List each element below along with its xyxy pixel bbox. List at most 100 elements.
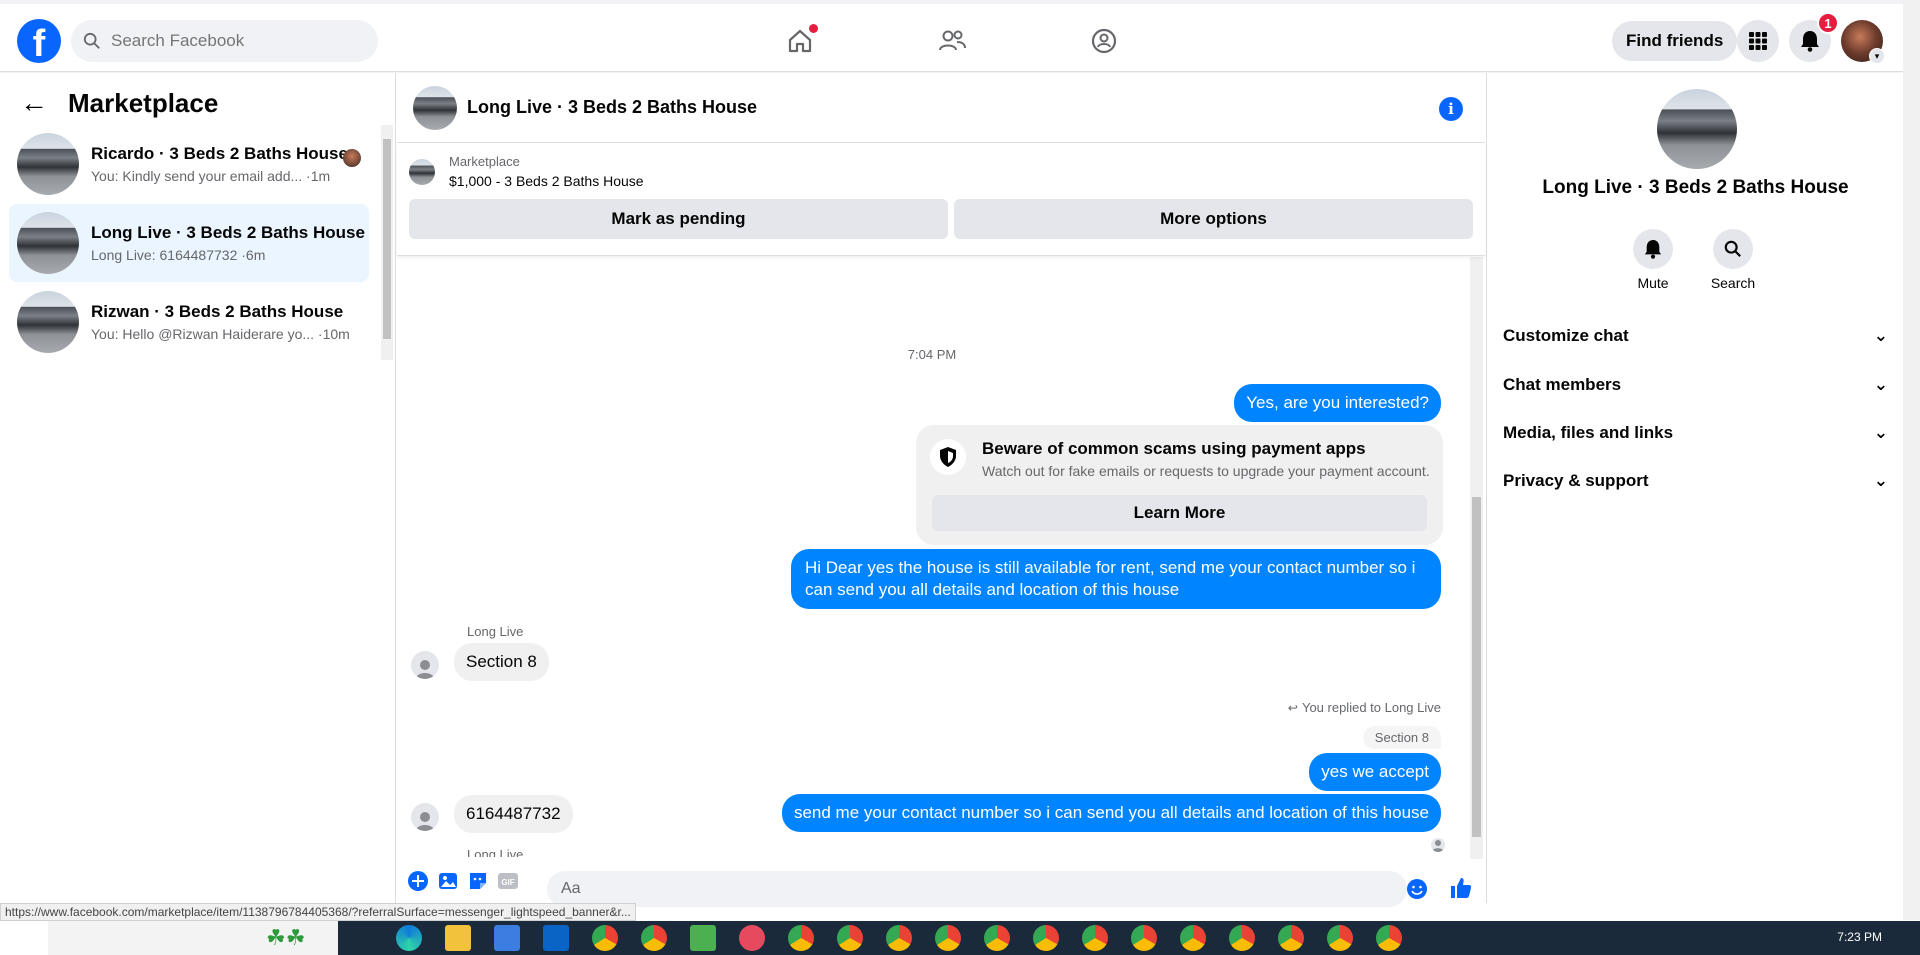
chat-title[interactable]: Long Live · 3 Beds 2 Baths House [467, 97, 757, 118]
facebook-logo-icon[interactable]: f [17, 19, 61, 63]
search-icon[interactable] [1713, 229, 1753, 269]
spreadsheet-icon[interactable] [690, 925, 716, 951]
plus-circle-icon[interactable] [407, 870, 429, 892]
search-label: Search [1710, 275, 1756, 291]
conversation-sidebar: ← Marketplace Ricardo · 3 Beds 2 Baths H… [0, 73, 396, 903]
sidebar-title: Marketplace [68, 87, 219, 118]
outlook-icon[interactable] [543, 925, 569, 951]
thumbs-up-icon[interactable] [1449, 876, 1473, 905]
notifications-button[interactable]: 1 [1789, 12, 1839, 62]
message-timestamp: 7:04 PM [907, 347, 957, 362]
store-icon[interactable] [494, 925, 520, 951]
paint-icon[interactable] [739, 925, 765, 951]
outgoing-message[interactable]: yes we accept [1309, 753, 1441, 791]
outgoing-message[interactable]: Yes, are you interested? [1234, 384, 1441, 422]
nav-home[interactable] [760, 18, 840, 64]
chrome-icon[interactable] [1180, 925, 1206, 951]
chrome-icon[interactable] [886, 925, 912, 951]
conversation-item[interactable]: Rizwan · 3 Beds 2 Baths House You: Hello… [9, 283, 369, 361]
top-navigation-bar: f Find friends 1 ▾ [0, 0, 1903, 72]
chrome-icon[interactable] [1082, 925, 1108, 951]
search-action[interactable]: Search [1703, 229, 1763, 291]
incoming-message[interactable]: 6164487732 [454, 795, 573, 833]
sender-name: Long Live [467, 847, 524, 857]
sidebar-scrollbar[interactable] [381, 125, 393, 360]
user-silhouette-icon [416, 812, 434, 831]
chrome-icon[interactable] [1229, 925, 1255, 951]
find-friends-button[interactable]: Find friends [1612, 21, 1738, 61]
message-list: 7:04 PM Yes, are you interested? Beware … [397, 257, 1467, 857]
scrollbar-thumb[interactable] [1472, 497, 1481, 837]
section-privacy-support[interactable]: Privacy & support ⌄ [1503, 459, 1888, 503]
conversation-item-active[interactable]: Long Live · 3 Beds 2 Baths House Long Li… [9, 204, 369, 282]
svg-text:GIF: GIF [501, 878, 514, 887]
mute-action[interactable]: Mute [1623, 229, 1683, 291]
chat-scrollbar[interactable] [1470, 257, 1483, 859]
seen-indicator-icon [1431, 838, 1445, 852]
section-chat-members[interactable]: Chat members ⌄ [1503, 363, 1888, 407]
chrome-icon[interactable] [837, 925, 863, 951]
home-notification-dot [809, 24, 818, 33]
shield-icon [930, 439, 966, 475]
quoted-message[interactable]: Section 8 [1362, 726, 1441, 749]
conversation-preview: You: Kindly send your email add... ·1m [91, 168, 331, 184]
photo-icon[interactable] [437, 870, 459, 892]
reply-label: You replied to Long Live [1301, 700, 1441, 715]
chrome-icon[interactable] [935, 925, 961, 951]
chrome-icon[interactable] [788, 925, 814, 951]
search-input[interactable] [111, 31, 351, 51]
sender-avatar[interactable] [411, 651, 439, 679]
nav-friends[interactable] [912, 18, 992, 64]
conversation-item[interactable]: Ricardo · 3 Beds 2 Baths House You: Kind… [9, 125, 369, 203]
scrollbar-thumb[interactable] [383, 139, 391, 339]
search-box[interactable] [71, 20, 378, 62]
back-arrow-icon[interactable]: ← [20, 87, 48, 119]
chrome-icon[interactable] [1327, 925, 1353, 951]
start-area[interactable] [0, 921, 48, 955]
chrome-icon[interactable] [1131, 925, 1157, 951]
chrome-icon[interactable] [1278, 925, 1304, 951]
browser-strip [0, 0, 1903, 4]
incoming-message[interactable]: Section 8 [454, 643, 549, 681]
chrome-icon[interactable] [1376, 925, 1402, 951]
nav-groups[interactable] [1064, 18, 1144, 64]
sender-name: Long Live [467, 624, 524, 639]
sticker-icon[interactable] [467, 870, 489, 892]
chrome-icon[interactable] [641, 925, 667, 951]
apps-grid-icon [1749, 32, 1767, 50]
house-thumbnail [17, 133, 79, 195]
chrome-icon[interactable] [984, 925, 1010, 951]
conversation-preview: Long Live: 6164487732 ·6m [91, 247, 266, 263]
outgoing-message[interactable]: send me your contact number so i can sen… [781, 794, 1441, 832]
message-input[interactable] [547, 871, 1407, 907]
page-scrollbar[interactable] [1903, 0, 1920, 920]
edge-icon[interactable] [396, 925, 422, 951]
outgoing-message[interactable]: Hi Dear yes the house is still available… [791, 549, 1441, 609]
sender-avatar[interactable] [411, 803, 439, 831]
chrome-icon[interactable] [592, 925, 618, 951]
chrome-icon[interactable] [1033, 925, 1059, 951]
reply-indicator: ↩ You replied to Long Live [1288, 700, 1441, 715]
taskbar-search[interactable]: ☘☘ [48, 921, 338, 955]
mark-as-pending-button[interactable]: Mark as pending [409, 199, 948, 239]
info-icon[interactable]: i [1439, 97, 1463, 121]
learn-more-button[interactable]: Learn More [932, 495, 1427, 531]
bell-icon[interactable] [1633, 229, 1673, 269]
emoji-icon[interactable] [1406, 878, 1428, 905]
main-nav [760, 18, 1216, 64]
taskbar-apps [396, 925, 1425, 951]
listing-info[interactable]: Marketplace $1,000 - 3 Beds 2 Baths Hous… [409, 154, 644, 189]
chevron-down-icon[interactable]: ▾ [1869, 48, 1885, 64]
bell-icon [1801, 31, 1819, 52]
section-media-files-links[interactable]: Media, files and links ⌄ [1503, 411, 1888, 455]
scam-warning-card: Beware of common scams using payment app… [916, 425, 1443, 545]
folder-icon[interactable] [445, 925, 471, 951]
more-options-button[interactable]: More options [954, 199, 1473, 239]
conversation-title: Long Live · 3 Beds 2 Baths House [91, 223, 365, 242]
section-label: Privacy & support [1503, 471, 1649, 490]
friends-icon [939, 30, 966, 51]
gif-icon[interactable]: GIF [497, 870, 519, 892]
house-thumbnail[interactable] [413, 85, 457, 130]
menu-button[interactable] [1737, 20, 1779, 62]
section-customize-chat[interactable]: Customize chat ⌄ [1503, 314, 1888, 358]
